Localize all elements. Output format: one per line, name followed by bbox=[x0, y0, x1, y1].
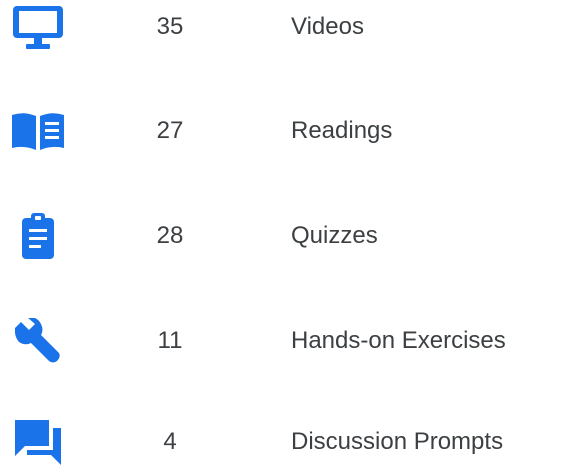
item-count: 11 bbox=[157, 327, 183, 354]
item-count: 35 bbox=[156, 13, 184, 40]
list-item-discussion-prompts: 4 Discussion Prompts bbox=[0, 412, 565, 472]
item-label: Discussion Prompts bbox=[291, 428, 504, 455]
list-item-quizzes: 28 Quizzes bbox=[0, 206, 565, 266]
item-label: Videos bbox=[291, 13, 364, 40]
item-count: 27 bbox=[156, 117, 184, 144]
list-item-readings: 27 Readings bbox=[0, 101, 565, 161]
item-label: Readings bbox=[291, 117, 393, 144]
list-item-hands-on-exercises: 11 Hands-on Exercises bbox=[0, 311, 565, 371]
clipboard-icon bbox=[10, 210, 66, 262]
item-count: 4 bbox=[163, 428, 177, 455]
wrench-icon bbox=[10, 315, 66, 367]
monitor-icon bbox=[10, 1, 66, 53]
chat-icon bbox=[10, 416, 66, 468]
list-item-videos: 35 Videos bbox=[0, 0, 565, 57]
item-count: 28 bbox=[156, 222, 184, 249]
item-label: Hands-on Exercises bbox=[291, 327, 506, 354]
item-label: Quizzes bbox=[291, 222, 378, 249]
book-icon bbox=[10, 105, 66, 157]
course-content-summary: 35 Videos 27 Readings 28 Quizzes 11 Hand… bbox=[0, 0, 565, 472]
